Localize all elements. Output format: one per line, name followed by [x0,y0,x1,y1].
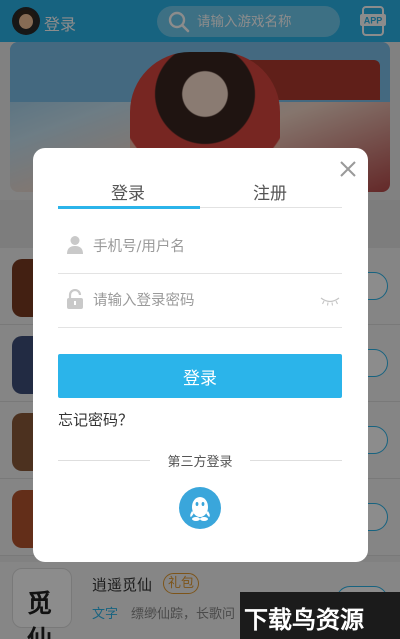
qq-login-button[interactable] [179,487,221,529]
tab-login[interactable]: 登录 [58,179,198,204]
close-icon[interactable] [337,158,359,180]
watermark: 下载鸟资源 [240,592,400,639]
login-button[interactable]: 登录 [58,354,342,398]
tab-register[interactable]: 注册 [200,179,340,204]
forgot-password-link[interactable]: 忘记密码？ [58,409,133,430]
user-icon [67,236,83,254]
tab-active-indicator [58,206,200,209]
login-modal: 登录 注册 登录 忘记密码？ 第三方登录 [33,148,368,562]
third-party-login-label: 第三方登录 [167,455,233,470]
watermark-text: 下载鸟资源 [244,606,364,634]
lock-icon [67,289,83,309]
username-input[interactable] [93,236,313,258]
password-field[interactable] [58,274,342,328]
divider-left [58,460,150,461]
divider-right [250,460,342,461]
username-field[interactable] [58,220,342,274]
eye-closed-icon[interactable] [320,296,340,306]
password-input[interactable] [93,290,313,312]
qq-penguin-icon [190,497,210,521]
